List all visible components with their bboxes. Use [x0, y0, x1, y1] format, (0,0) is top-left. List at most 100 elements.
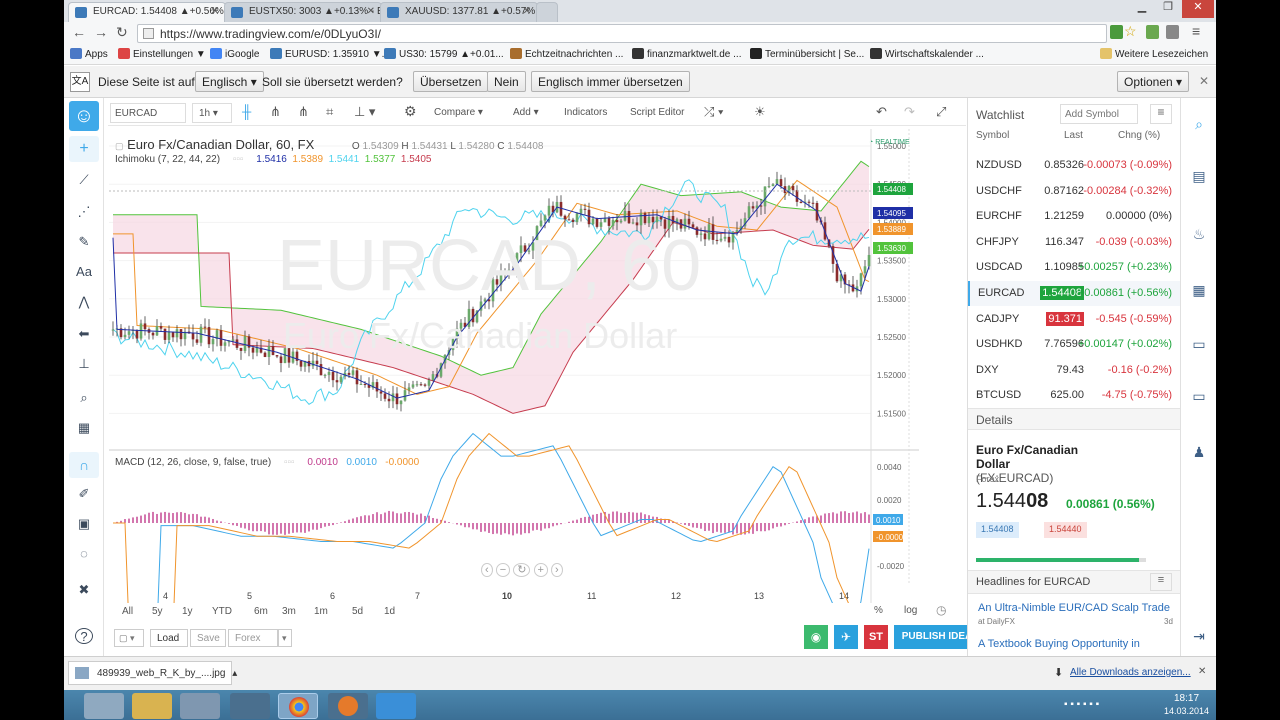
app-icon[interactable] [230, 693, 270, 719]
zoom-icon[interactable]: ⌕ [75, 390, 93, 406]
timezone-icon[interactable]: ◷ [936, 603, 946, 617]
always-translate-button[interactable]: Englisch immer übersetzen [531, 71, 690, 92]
fib-tool-icon[interactable]: ⋰ [75, 204, 93, 220]
download-item[interactable]: 489939_web_R_K_by_....jpg ▴ [68, 661, 237, 685]
watchlist-row[interactable]: NZDUSD 0.85326 -0.00073 (-0.09%) [968, 153, 1180, 178]
chevron-down-icon[interactable]: ▾ [278, 629, 292, 647]
search-icon[interactable]: ⌕ [1190, 116, 1208, 134]
text-tool-icon[interactable]: Aa [75, 264, 93, 280]
col-last[interactable]: Last [1064, 130, 1083, 141]
minimize-icon[interactable]: ▁ [1130, 0, 1154, 18]
app-icon[interactable] [180, 693, 220, 719]
bookmark-termine[interactable]: Terminübersicht | Se... [750, 48, 864, 60]
flame-icon[interactable]: ♨ [1190, 226, 1208, 244]
ichimoku-legend[interactable]: Ichimoku (7, 22, 44, 22) ▫▫▫ 1.5416 1.53… [115, 154, 431, 165]
pattern-icon[interactable]: ⋀ [75, 294, 93, 310]
twitter-icon[interactable]: ✈ [834, 625, 858, 649]
close-icon[interactable]: ✕ [1198, 666, 1206, 677]
explorer-icon[interactable] [132, 693, 172, 719]
list-icon[interactable]: ▤ [1190, 168, 1208, 186]
watchlist-row[interactable]: DXY 79.43 -0.16 (-0.2%) [968, 358, 1180, 383]
add-symbol-input[interactable] [1060, 104, 1138, 124]
chart-type-icon[interactable]: ⊥ ▾ [354, 103, 375, 123]
address-bar[interactable]: https://www.tradingview.com/e/0DLyuO3I/ [137, 24, 1107, 43]
pencil-icon[interactable]: ✐ [75, 486, 93, 502]
watchlist-row[interactable]: CHFJPY 116.347 -0.039 (-0.03%) [968, 230, 1180, 255]
headline-link[interactable]: A Textbook Buying Opportunity in [978, 638, 1140, 650]
line-chart-icon[interactable]: ⋔ [298, 103, 309, 123]
percent-toggle[interactable]: % [874, 605, 883, 616]
new-tab-button[interactable] [536, 2, 558, 22]
magnet-icon[interactable]: ∩ [69, 452, 99, 478]
zoom-out-icon[interactable]: − [495, 563, 511, 577]
chevron-icon[interactable]: ▢ [115, 141, 124, 151]
camera-icon[interactable]: ◉ [804, 625, 828, 649]
crosshair-icon[interactable]: + [69, 136, 99, 162]
bell-icon[interactable]: ♟ [1190, 444, 1208, 462]
headline-link[interactable]: An Ultra-Nimble EUR/CAD Scalp Trade [978, 602, 1170, 614]
range-5d[interactable]: 5d [352, 606, 363, 617]
menu-icon[interactable]: ≡ [1192, 23, 1200, 39]
redo-icon[interactable]: ↷ [904, 103, 915, 123]
tab-xauusd[interactable]: XAUUSD: 1377.81 ▲+0.57% ✕ [380, 2, 538, 22]
measure-icon[interactable]: ⊥ [75, 356, 93, 372]
range-5y[interactable]: 5y [152, 606, 163, 617]
range-6m[interactable]: 6m [254, 606, 268, 617]
reset-icon[interactable]: ↻ [513, 563, 531, 577]
undo-icon[interactable]: ↶ [876, 103, 887, 123]
help-icon[interactable]: ? [75, 628, 93, 644]
line-tool-icon[interactable]: ⟋ [75, 172, 93, 188]
back-icon[interactable]: ← [72, 24, 86, 40]
bars-icon[interactable]: ⋔ [270, 103, 281, 123]
range-all[interactable]: All [122, 606, 133, 617]
calendar-icon[interactable]: ▦ [1190, 282, 1208, 300]
macd-legend[interactable]: MACD (12, 26, close, 9, false, true) ▫▫▫… [115, 457, 419, 468]
no-button[interactable]: Nein [487, 71, 526, 92]
system-clock[interactable]: 18:17 14.03.2014 [1164, 693, 1209, 718]
bulb-icon[interactable]: ☀ [754, 103, 766, 123]
eye-icon[interactable]: ◌ [75, 546, 93, 562]
bookmark-us30[interactable]: US30: 15799 ▲+0.01... [384, 48, 504, 60]
watchlist-row[interactable]: EURCHF 1.21259 0.00000 (0%) [968, 204, 1180, 229]
app-icon[interactable] [376, 693, 416, 719]
range-1d[interactable]: 1d [384, 606, 395, 617]
lock-icon[interactable]: ▣ [75, 516, 93, 532]
symbol-input[interactable]: EURCAD [110, 103, 186, 123]
messages-icon[interactable]: ▭ [1190, 388, 1208, 406]
range-3m[interactable]: 3m [282, 606, 296, 617]
close-icon[interactable]: ✕ [211, 6, 219, 17]
language-select[interactable]: Englisch ▾ [195, 71, 264, 92]
scroll-left-icon[interactable]: ‹ [481, 563, 493, 577]
smiley-icon[interactable]: ☺ [69, 101, 99, 131]
arrow-left-icon[interactable]: ⬅ [75, 326, 93, 342]
chart-area[interactable]: 1.550001.545001.540001.535001.530001.525… [109, 129, 919, 603]
tray-icons[interactable]: ▪ ▪ ▪ ▪ ▪ ▪ [1064, 699, 1154, 711]
stocktwits-icon[interactable]: ST [864, 625, 888, 649]
log-toggle[interactable]: log [904, 605, 917, 616]
list-menu-icon[interactable]: ≡ [1150, 104, 1172, 124]
indicator-controls-icon[interactable]: ▫▫▫ [233, 154, 244, 165]
drawings-icon[interactable]: ⤮ ▾ [704, 103, 723, 123]
watchlist-row[interactable]: USDCHF 0.87162 -0.00284 (-0.32%) [968, 179, 1180, 204]
col-change[interactable]: Chng (%) [1118, 130, 1160, 141]
options-button[interactable]: Optionen ▾ [1117, 71, 1190, 92]
trash-icon[interactable]: ✖ [75, 582, 93, 598]
window-close-icon[interactable]: ✕ [1182, 0, 1214, 18]
chat-icon[interactable]: ▭ [1190, 336, 1208, 354]
bookmark-kalender[interactable]: Wirtschaftskalender ... [870, 48, 984, 60]
watchlist-row[interactable]: EURCAD 1.54408 +0.00861 (+0.56%) [968, 281, 1180, 306]
maximize-icon[interactable]: ❐ [1156, 0, 1180, 18]
ruler-icon[interactable]: ▦ [75, 420, 93, 436]
show-all-downloads-link[interactable]: Alle Downloads anzeigen... [1070, 667, 1191, 678]
load-button[interactable]: Load [150, 629, 188, 647]
layout-name[interactable]: Forex [228, 629, 278, 647]
start-icon[interactable] [84, 693, 124, 719]
extension-icon[interactable] [1146, 25, 1159, 39]
watchlist-row[interactable]: CADJPY 91.371 -0.545 (-0.59%) [968, 307, 1180, 332]
interval-select[interactable]: 1h ▾ [192, 103, 232, 123]
scroll-right-icon[interactable]: › [551, 563, 563, 577]
watchlist-row[interactable]: USDHKD 7.76596 +0.00147 (+0.02%) [968, 332, 1180, 357]
range-1m[interactable]: 1m [314, 606, 328, 617]
chrome-icon[interactable] [278, 693, 318, 719]
bookmark-fmw[interactable]: finanzmarktwelt.de ... [632, 48, 741, 60]
